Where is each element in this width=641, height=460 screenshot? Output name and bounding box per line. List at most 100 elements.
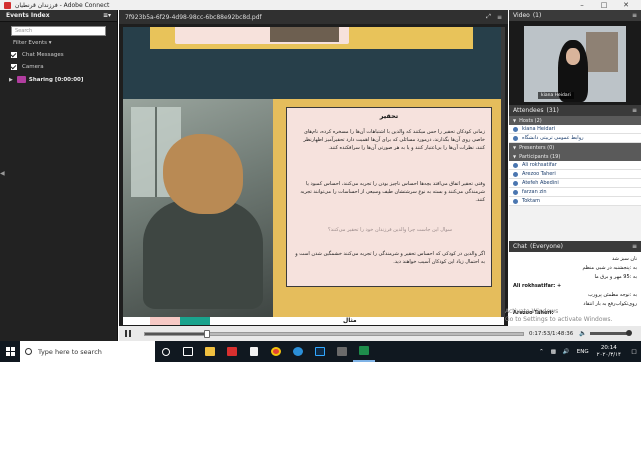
attendees-pod-title: Attendees: [513, 107, 544, 114]
attendee-row[interactable]: روابط عمومی تربیتی دانشگاه: [509, 134, 641, 143]
windows-taskbar: Type here to search ⌃ ▩ 🔊 ENG 20:14 ۲۰۲۰…: [0, 341, 641, 362]
notification-icon[interactable]: □: [627, 349, 641, 355]
presenters-section-label: Presenters (0): [519, 144, 555, 151]
attendee-row[interactable]: farzan zin: [509, 188, 641, 197]
video-count: (1): [532, 12, 542, 19]
hosts-section-label: Hosts (2): [519, 117, 542, 124]
connect-icon[interactable]: [353, 341, 375, 362]
document-scrollbar[interactable]: [501, 27, 505, 317]
presenters-section-header[interactable]: ▼ Presenters (0): [509, 143, 641, 152]
previous-slide-fragment: [150, 27, 473, 49]
taskbar-search-box[interactable]: Type here to search: [20, 341, 155, 362]
volume-slider[interactable]: [589, 330, 632, 336]
fullscreen-icon[interactable]: ⤢: [486, 13, 491, 21]
maximize-icon[interactable]: □: [593, 1, 615, 9]
next-slide-pink-block: [150, 317, 180, 325]
input-language[interactable]: ENG: [577, 349, 589, 355]
filter-events-label: Filter Events: [13, 40, 47, 46]
edge-icon[interactable]: [287, 341, 309, 362]
photo-child-head: [163, 134, 243, 214]
chat-message: نان سبز شد: [611, 256, 637, 262]
attendee-row[interactable]: Ali rokhsatifar: [509, 161, 641, 170]
minimize-icon[interactable]: –: [571, 1, 593, 9]
chat-messages-checkbox[interactable]: Chat Messages: [11, 50, 106, 59]
chevron-up-icon[interactable]: ⌃: [539, 349, 544, 355]
share-pod: 7f923b5a-6f29-4d98-98cc-6bc88e92bc8d.pdf…: [119, 10, 508, 341]
collapse-triangle-icon: ▼: [513, 154, 517, 159]
attendee-row[interactable]: kiana Heidari: [509, 125, 641, 134]
cortana-icon[interactable]: [155, 341, 177, 362]
file-icon[interactable]: [243, 341, 265, 362]
windows-logo-icon: [5, 347, 15, 356]
slide-paragraph-1: زمانی کودکان تحقیر را حس میکنند که والدی…: [303, 129, 485, 151]
taskbar-search-placeholder: Type here to search: [38, 347, 102, 356]
close-icon[interactable]: ✕: [615, 1, 637, 9]
speaker-icon[interactable]: 🔊: [563, 349, 570, 355]
user-icon: [513, 171, 518, 177]
playback-knob[interactable]: [203, 329, 210, 338]
slide-photo-sad-child: [123, 99, 273, 317]
events-index-title: Events Index: [6, 12, 50, 19]
camera-checkbox[interactable]: Camera: [11, 62, 106, 71]
attendees-pod-header: Attendees (31) ≡: [509, 105, 641, 116]
sharing-event-item[interactable]: ▶ Sharing [0:00:00]: [9, 76, 108, 83]
document-viewer[interactable]: تحقیر زمانی کودکان تحقیر را حس میکنند که…: [123, 27, 504, 317]
attendee-name: Toktam: [522, 198, 541, 204]
activate-windows-watermark: Activate Windows Go to Settings to activ…: [505, 308, 612, 324]
next-slide-title: مثال: [343, 317, 357, 324]
chat-message: به‌ :پنجشنبه در شبی منظم: [582, 265, 637, 271]
window-titlebar: فرزندان قرنطیان - Adobe Connect – □ ✕: [0, 0, 641, 10]
chrome-icon[interactable]: [265, 341, 287, 362]
user-icon: [513, 198, 518, 204]
start-button[interactable]: [0, 341, 20, 362]
checkbox-checked-icon: [11, 63, 17, 70]
filter-events-dropdown[interactable]: Filter Events ▾: [13, 40, 104, 46]
panel-menu-icon[interactable]: ≡▾: [103, 12, 111, 19]
user-icon: [513, 126, 518, 132]
volume-knob[interactable]: [625, 330, 632, 336]
clock-time: 20:14: [600, 344, 617, 351]
file-explorer-icon[interactable]: [199, 341, 221, 362]
task-view-icon[interactable]: [177, 341, 199, 362]
panel-menu-icon[interactable]: ≡: [632, 243, 637, 250]
photo-child-body: [143, 199, 263, 309]
video-background-shelf: [586, 32, 618, 72]
participants-section-header[interactable]: ▼ Participants (19): [509, 152, 641, 161]
playback-scrubber[interactable]: [144, 329, 524, 338]
attendee-name: Arezoo Taheri: [522, 171, 556, 177]
current-slide: تحقیر زمانی کودکان تحقیر را حس میکنند که…: [123, 99, 504, 317]
film-icon[interactable]: [331, 341, 353, 362]
hosts-section-header[interactable]: ▼ Hosts (2): [509, 116, 641, 125]
chat-scope: (Everyone): [530, 243, 563, 250]
slide-paragraph-2: وقتی تحقیر اتفاق می‌افتد بچه‌ها احساس نا…: [300, 181, 485, 203]
slide-title: تحقیر: [379, 112, 399, 120]
taskbar-clock[interactable]: 20:14 ۲۰۲۰/۳/۱۴: [597, 345, 621, 359]
photoshop-icon[interactable]: [309, 341, 331, 362]
slide-paragraph-3: اگر والدین در کودکی که احساس تحقیر و شرم…: [295, 251, 485, 265]
playback-bar: 0:17:53/1:48:36 🔈: [119, 326, 641, 341]
attendee-row[interactable]: Toktam: [509, 197, 641, 206]
acrobat-icon[interactable]: [221, 341, 243, 362]
presenter-video-feed[interactable]: kiana Heidari: [524, 26, 626, 102]
events-index-panel: Events Index ≡▾ Search Filter Events ▾ C…: [0, 10, 118, 341]
events-search-input[interactable]: Search: [11, 26, 106, 36]
attendee-row[interactable]: Atefeh Abedini: [509, 179, 641, 188]
right-pods-column: Video (1) ≡ kiana Heidari Attendees (31)…: [509, 10, 641, 347]
attendee-row[interactable]: Arezoo Taheri: [509, 170, 641, 179]
volume-icon[interactable]: 🔈: [579, 330, 586, 337]
presenter-name-tag: kiana Heidari: [538, 92, 574, 99]
panel-menu-icon[interactable]: ≡: [632, 107, 637, 114]
chat-pod-header: Chat (Everyone) ≡: [509, 241, 641, 252]
attendee-name: روابط عمومی تربیتی دانشگاه: [522, 135, 584, 141]
pause-button[interactable]: [122, 329, 134, 338]
expand-triangle-icon[interactable]: ▶: [9, 77, 13, 83]
chevron-down-icon: ▾: [48, 40, 52, 46]
panel-menu-icon[interactable]: ≡: [497, 14, 502, 21]
network-icon[interactable]: ▩: [551, 349, 556, 355]
collapse-panel-icon[interactable]: ◀: [0, 170, 5, 182]
panel-menu-icon[interactable]: ≡: [632, 12, 637, 19]
share-pod-icon: [16, 76, 26, 83]
share-pod-header: 7f923b5a-6f29-4d98-98cc-6bc88e92bc8d.pdf…: [119, 10, 508, 24]
previous-slide-image: [270, 27, 339, 42]
attendee-name: Ali rokhsatifar: [522, 162, 557, 168]
